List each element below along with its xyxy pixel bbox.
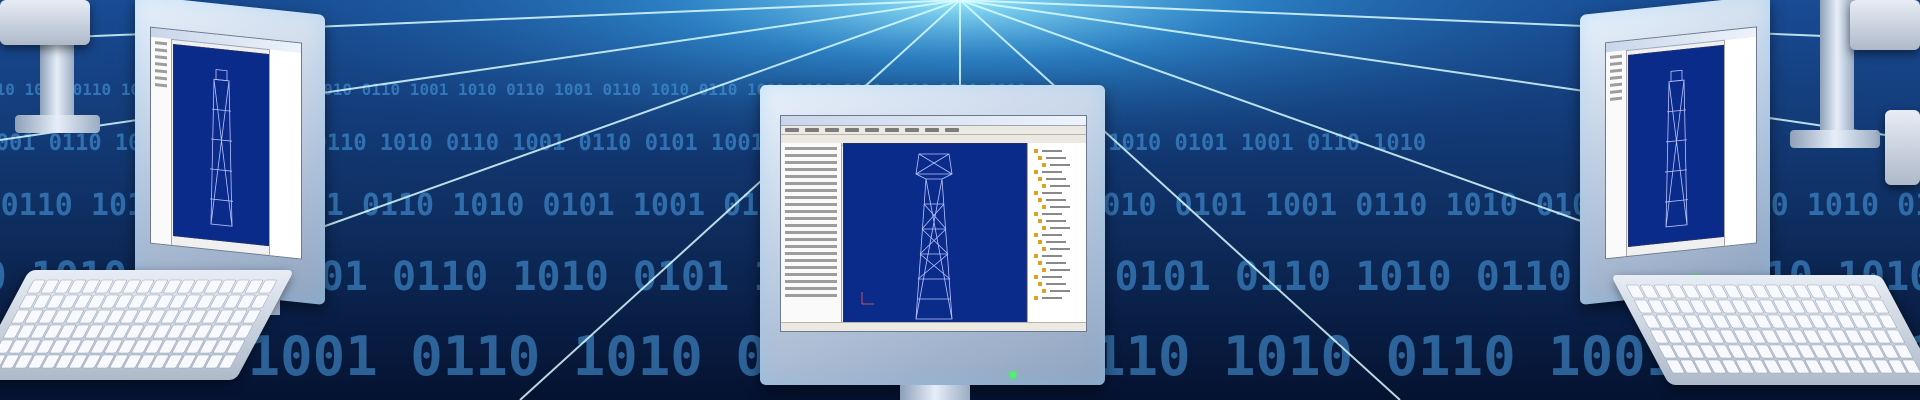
tree-node-label [1046,178,1066,180]
tree-node-label [1050,290,1070,292]
tree-node-label [1042,297,1062,299]
tree-node-label [1046,157,1066,159]
left-monitor-bezel [135,0,325,305]
tree-node [1038,156,1042,160]
center-monitor-screen [780,115,1087,332]
transmission-tower-icon [1665,69,1688,228]
tree-node [1042,226,1046,230]
left-monitor-screen [150,26,302,260]
tree-node-label [1050,185,1070,187]
tree-node [1042,268,1046,272]
tree-node [1034,233,1038,237]
center-window-property-panel [781,143,842,323]
far-left-stand-base [15,115,100,133]
tree-node-label [1042,150,1062,152]
right-window-tree-panel [1724,36,1757,246]
tree-node-label [1046,262,1066,264]
tree-node [1038,282,1042,286]
tree-node [1034,275,1038,279]
tree-node-label [1042,255,1062,257]
far-right-lower-keyboard [1885,110,1920,185]
right-monitor-screen [1605,26,1757,260]
tree-node [1034,212,1038,216]
tree-node [1038,240,1042,244]
left-window-viewport [173,44,270,247]
tree-node [1034,254,1038,258]
tree-node-label [1050,164,1070,166]
left-monitor [135,0,330,305]
center-monitor-bezel [760,85,1105,385]
right-monitor-bezel [1580,0,1770,305]
tree-node [1034,296,1038,300]
tree-node-label [1050,269,1070,271]
tree-node [1042,289,1046,293]
center-window-titlebar [781,116,1086,126]
center-monitor-stand [900,385,970,400]
tree-node-label [1046,199,1066,201]
far-right-stand-base [1790,130,1880,148]
center-window-viewport [843,143,1027,323]
tree-node-label [1046,220,1066,222]
tree-node-label [1042,213,1062,215]
tree-node [1042,163,1046,167]
tree-node-label [1042,276,1062,278]
left-window-sidepanel [151,36,172,245]
tree-node [1038,198,1042,202]
center-window-menubar [781,126,1086,135]
tree-node-label [1042,234,1062,236]
tree-node-label [1050,227,1070,229]
right-monitor [1580,0,1775,305]
tree-node [1038,219,1042,223]
far-right-monitor-stand [1820,0,1854,140]
tree-node-label [1042,171,1062,173]
transmission-tower-icon [210,69,233,227]
tree-node [1042,205,1046,209]
tree-node [1038,177,1042,181]
right-window-viewport [1628,44,1725,247]
right-window-sidepanel [1606,50,1627,259]
transmission-tower-icon [861,153,953,320]
tree-node [1034,170,1038,174]
tree-node [1034,149,1038,153]
center-window-statusbar [781,322,1086,331]
center-monitor [760,85,1105,400]
tree-node-label [1042,192,1062,194]
tree-node-label [1046,241,1066,243]
far-left-keyboard [0,0,90,45]
tree-node [1042,247,1046,251]
tree-node-label [1050,248,1070,250]
center-window-tree-panel [1027,143,1086,323]
center-monitor-power-led [1010,372,1016,378]
tree-view [1034,149,1070,300]
tree-node [1034,191,1038,195]
tree-node-label [1050,206,1070,208]
tree-node-label [1046,283,1066,285]
left-window-tree-panel [269,49,302,259]
tree-node [1042,184,1046,188]
far-right-keyboard [1850,0,1920,50]
tree-node [1038,261,1042,265]
hero-banner: 0110 1010 0110 1001 0110 1010 0110 1001 … [0,0,1920,400]
